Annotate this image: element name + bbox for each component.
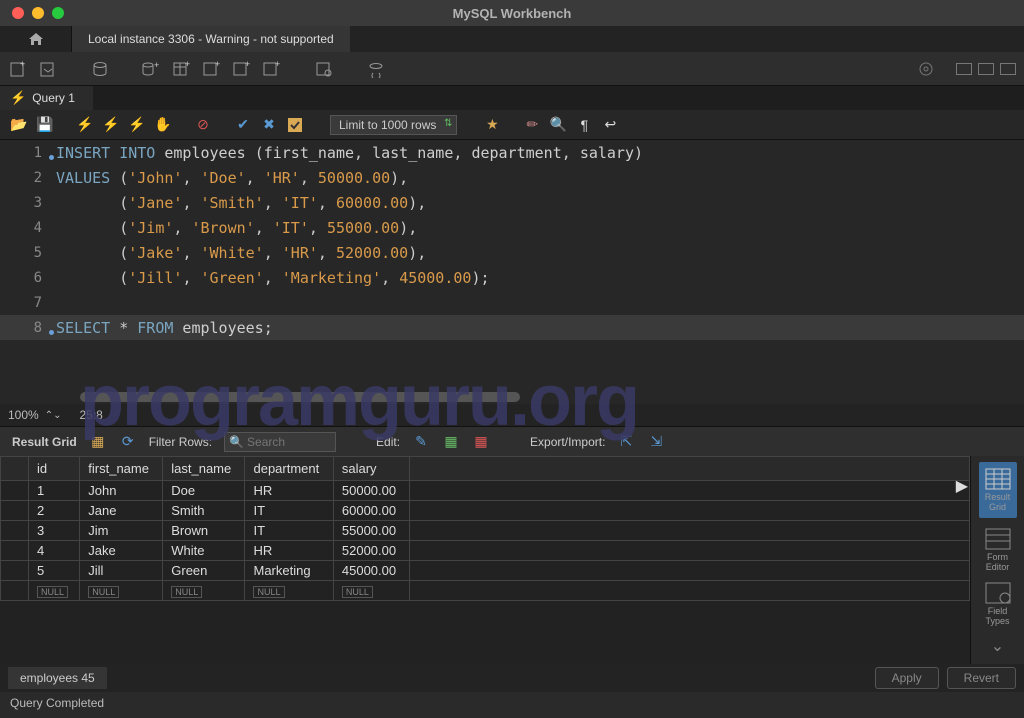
svg-text:+: +: [20, 60, 25, 69]
find-icon[interactable]: 🔍: [549, 116, 567, 134]
svg-text:+: +: [154, 60, 159, 70]
result-toolbar: Result Grid ▦ ⟳ Filter Rows: 🔍 Edit: ✎ ▦…: [0, 426, 1024, 456]
result-grid-mode[interactable]: Result Grid: [979, 462, 1017, 518]
revert-button[interactable]: Revert: [947, 667, 1016, 689]
home-tab[interactable]: [0, 26, 72, 52]
svg-text:+: +: [215, 60, 220, 69]
delete-row-icon[interactable]: ▦: [472, 433, 490, 451]
table-row[interactable]: 5JillGreenMarketing45000.00: [1, 561, 970, 581]
proc-add-icon[interactable]: +: [232, 59, 252, 79]
bolt-icon: ⚡: [10, 90, 26, 106]
export-label: Export/Import:: [530, 435, 605, 449]
cursor-position: 25:8: [79, 408, 102, 422]
new-sql-tab-icon[interactable]: +: [8, 59, 28, 79]
query-tab-bar: ⚡ Query 1: [0, 86, 1024, 110]
connection-tab[interactable]: Local instance 3306 - Warning - not supp…: [72, 26, 350, 52]
table-add-icon[interactable]: +: [172, 59, 192, 79]
execute-icon[interactable]: ⚡: [76, 116, 94, 134]
panel-bottom-icon[interactable]: [978, 63, 994, 75]
no-limit-icon[interactable]: ⊘: [194, 116, 212, 134]
sql-toolbar: 📂 💾 ⚡ ⚡ ⚡ ✋ ⊘ ✔ ✖ Limit to 1000 rows ★ ✏…: [0, 110, 1024, 140]
app-title: MySQL Workbench: [453, 6, 572, 21]
minimize-window-icon[interactable]: [32, 7, 44, 19]
open-file-icon[interactable]: 📂: [10, 116, 28, 134]
wrap-icon[interactable]: ↩: [601, 116, 619, 134]
reconnect-icon[interactable]: [366, 59, 386, 79]
server-admin-icon[interactable]: [90, 59, 110, 79]
filter-search-wrap: 🔍: [224, 432, 336, 452]
connection-tab-bar: Local instance 3306 - Warning - not supp…: [0, 26, 1024, 52]
table-header-row: idfirst_namelast_namedepartmentsalary: [1, 457, 970, 481]
stop-icon[interactable]: ✋: [154, 116, 172, 134]
panel-left-icon[interactable]: [956, 63, 972, 75]
field-types-mode[interactable]: Field Types: [985, 582, 1011, 626]
filter-rows-label: Filter Rows:: [149, 435, 212, 449]
result-side-panel: Result Grid Form Editor Field Types ⌄: [970, 456, 1024, 664]
explain-icon[interactable]: ⚡: [128, 116, 146, 134]
window-controls: [0, 7, 64, 19]
save-file-icon[interactable]: 💾: [36, 116, 54, 134]
status-footer: Query Completed: [0, 692, 1024, 714]
collapse-panel-icon[interactable]: ▶: [956, 476, 968, 496]
open-sql-icon[interactable]: [38, 59, 58, 79]
beautify-icon[interactable]: ✏: [523, 116, 541, 134]
query-tab-label: Query 1: [32, 91, 75, 105]
grid-view-icon[interactable]: ▦: [89, 433, 107, 451]
table-null-row[interactable]: NULLNULLNULLNULLNULL: [1, 581, 970, 601]
table-row[interactable]: 3JimBrownIT55000.00: [1, 521, 970, 541]
status-text: Query Completed: [10, 696, 104, 710]
invisible-chars-icon[interactable]: ¶: [575, 116, 593, 134]
panel-right-icon[interactable]: [1000, 63, 1016, 75]
result-grid-label: Result Grid: [12, 435, 77, 449]
rollback-icon[interactable]: ✖: [260, 116, 278, 134]
maximize-window-icon[interactable]: [52, 7, 64, 19]
edit-row-icon[interactable]: ✎: [412, 433, 430, 451]
table-row[interactable]: 2JaneSmithIT60000.00: [1, 501, 970, 521]
chevron-down-icon[interactable]: ⌄: [991, 636, 1004, 656]
sql-editor[interactable]: 1INSERT INTO employees (first_name, last…: [0, 140, 1024, 404]
db-schema-icon[interactable]: +: [142, 59, 162, 79]
star-icon[interactable]: ★: [483, 116, 501, 134]
apply-button[interactable]: Apply: [875, 667, 939, 689]
svg-text:+: +: [245, 60, 250, 69]
panel-toggle-group: [916, 59, 1016, 79]
gear-icon[interactable]: [916, 59, 936, 79]
view-add-icon[interactable]: +: [202, 59, 222, 79]
commit-icon[interactable]: ✔: [234, 116, 252, 134]
svg-text:+: +: [185, 60, 190, 69]
execute-current-icon[interactable]: ⚡: [102, 116, 120, 134]
edit-label: Edit:: [376, 435, 400, 449]
export-icon[interactable]: ⇱: [617, 433, 635, 451]
row-limit-select[interactable]: Limit to 1000 rows: [330, 115, 457, 135]
search-table-icon[interactable]: [314, 59, 334, 79]
search-icon: 🔍: [229, 435, 244, 449]
zoom-control[interactable]: 100%⌃⌄: [8, 408, 61, 422]
editor-h-scrollbar[interactable]: [0, 390, 1024, 404]
bottom-tab-bar: employees 45 Apply Revert: [0, 664, 1024, 692]
func-add-icon[interactable]: +: [262, 59, 282, 79]
svg-text:+: +: [275, 60, 280, 69]
editor-status-bar: 100%⌃⌄ 25:8: [0, 404, 1024, 426]
query-tab[interactable]: ⚡ Query 1: [0, 86, 93, 110]
refresh-icon[interactable]: ⟳: [119, 433, 137, 451]
close-window-icon[interactable]: [12, 7, 24, 19]
home-icon: [27, 31, 45, 47]
autocommit-icon[interactable]: [286, 116, 304, 134]
form-editor-mode[interactable]: Form Editor: [985, 528, 1011, 572]
add-row-icon[interactable]: ▦: [442, 433, 460, 451]
main-toolbar: + + + + + +: [0, 52, 1024, 86]
result-tab[interactable]: employees 45: [8, 667, 107, 689]
table-row[interactable]: 4JakeWhiteHR52000.00: [1, 541, 970, 561]
result-grid[interactable]: ▶ idfirst_namelast_namedepartmentsalary …: [0, 456, 970, 664]
table-row[interactable]: 1JohnDoeHR50000.00: [1, 481, 970, 501]
import-icon[interactable]: ⇲: [647, 433, 665, 451]
title-bar: MySQL Workbench: [0, 0, 1024, 26]
